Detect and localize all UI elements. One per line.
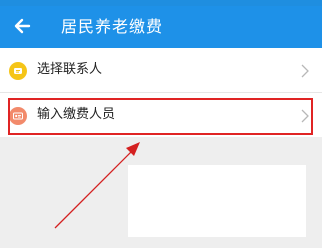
annotation-arrow [54, 142, 140, 229]
